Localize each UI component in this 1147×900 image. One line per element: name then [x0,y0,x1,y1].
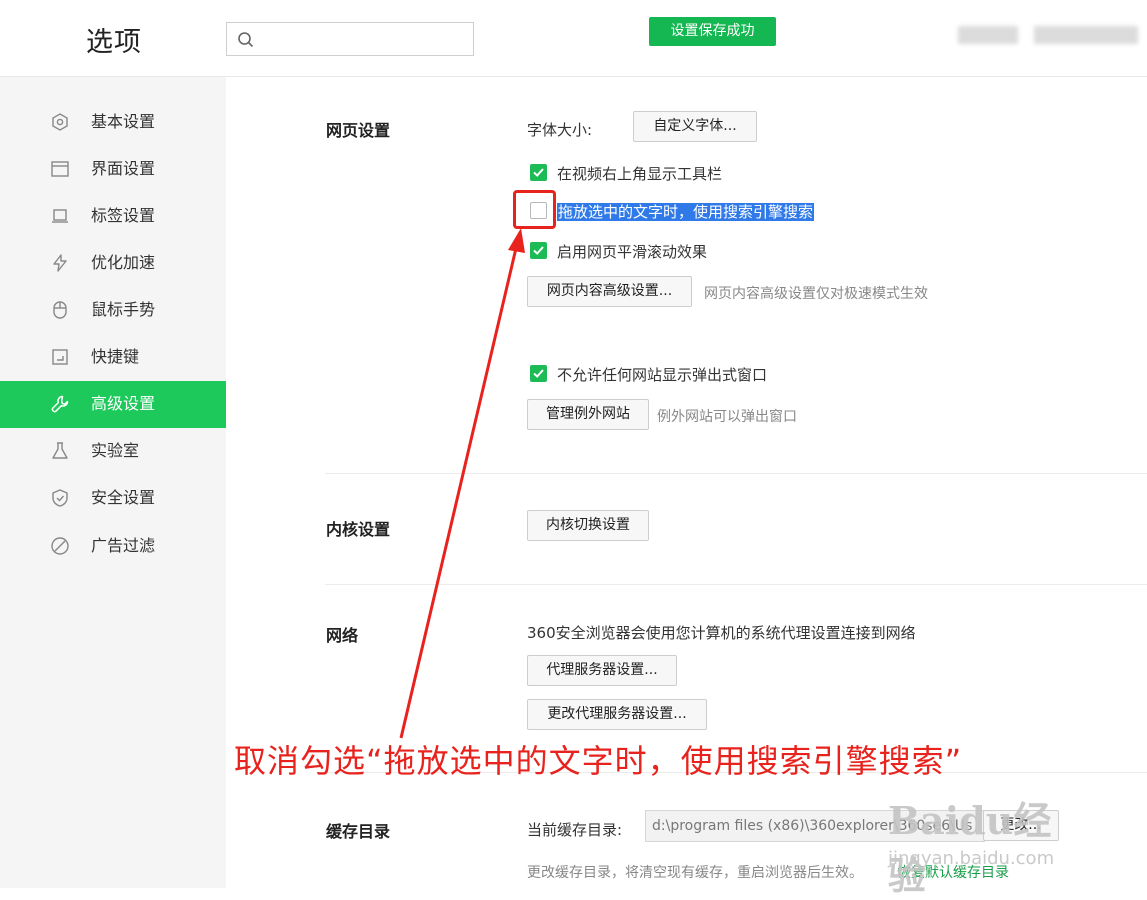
watermark-url: jingyan.baidu.com [888,848,1055,869]
baidu-watermark: Baidu经验 jingyan.baidu.com [888,790,1068,898]
watermark-brand: Baidu经验 [888,798,1052,898]
annotation-text: 取消勾选“拖放选中的文字时，使用搜索引擎搜索” [234,742,963,780]
